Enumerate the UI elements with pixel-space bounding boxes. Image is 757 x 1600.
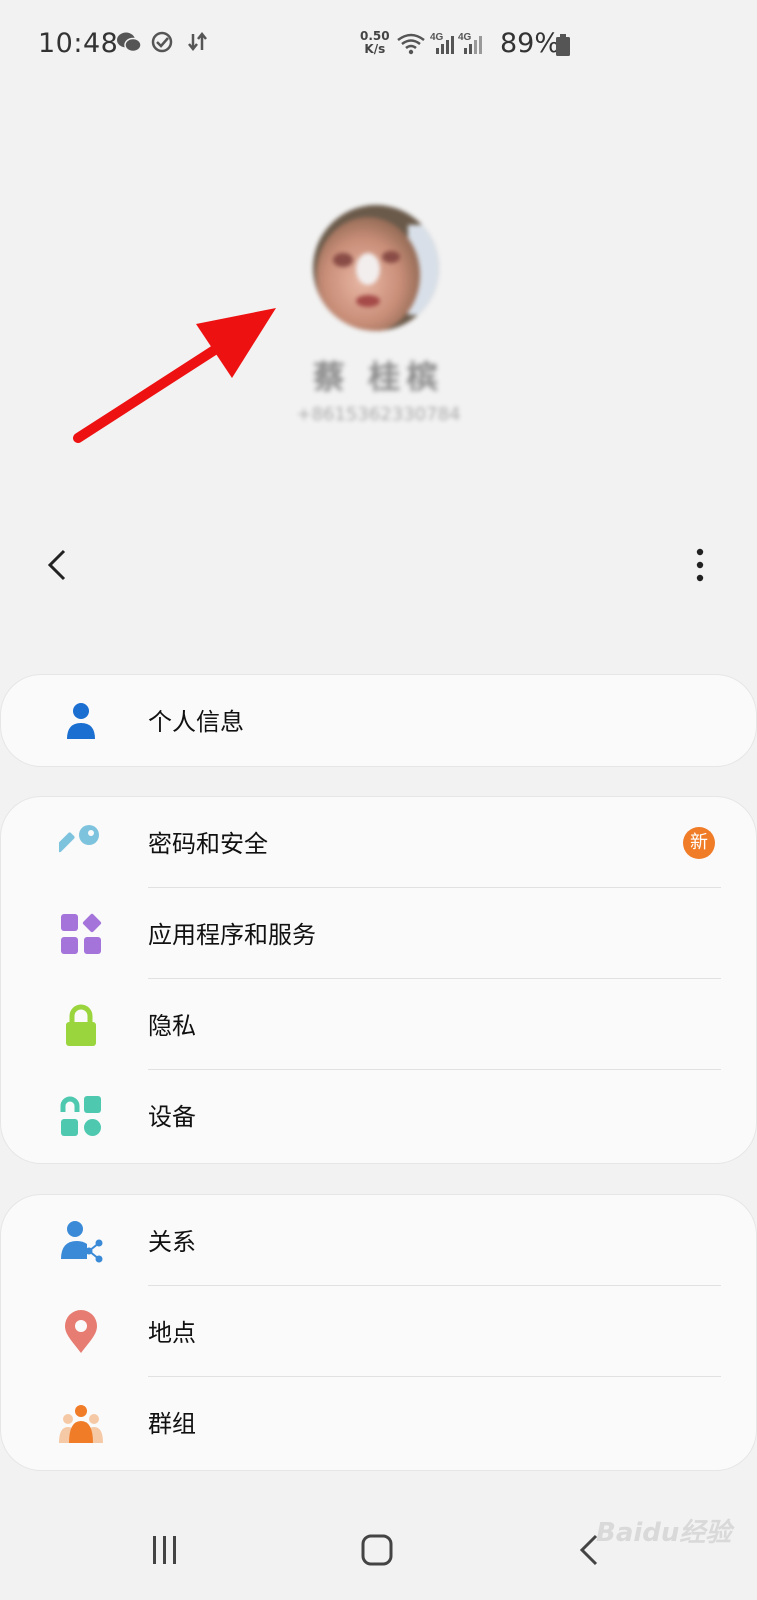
data-transfer-icon [186,30,210,58]
menu-item-personal-info[interactable]: 个人信息 [1,675,756,766]
svg-text:4G: 4G [430,32,444,43]
wechat-icon [116,30,142,58]
menu-item-privacy[interactable]: 隐私 [1,979,756,1070]
battery-percent: 89% [500,28,561,59]
wifi-icon [396,32,426,60]
menu-item-label: 个人信息 [148,708,244,736]
share-person-icon [59,1219,103,1263]
menu-item-password-security[interactable]: 密码和安全 新 [1,797,756,888]
menu-item-apps-services[interactable]: 应用程序和服务 [1,888,756,979]
chevron-left-icon [47,549,66,581]
sync-check-icon [150,30,174,58]
person-icon [59,699,103,743]
status-time: 10:48 [38,28,119,59]
menu-item-groups[interactable]: 群组 [1,1377,756,1468]
recent-apps-button[interactable] [145,1530,185,1570]
menu-item-label: 密码和安全 [148,830,268,858]
device-icon [59,1094,103,1138]
menu-item-label: 关系 [148,1228,196,1256]
location-pin-icon [59,1310,103,1354]
more-vertical-icon [696,548,704,582]
menu-item-label: 应用程序和服务 [148,921,316,949]
signal-4g-icon: 4G [430,30,454,60]
card-personal: 个人信息 [1,675,756,766]
menu-item-places[interactable]: 地点 [1,1286,756,1377]
menu-item-label: 设备 [148,1103,196,1131]
menu-item-relationships[interactable]: 关系 [1,1195,756,1286]
red-arrow-annotation [73,308,276,443]
menu-item-label: 群组 [148,1410,196,1438]
svg-text:4G: 4G [458,32,472,43]
back-button[interactable] [40,545,80,585]
key-icon [54,821,103,865]
status-bar: 10:48 0.50 K/s 4G 4G 89% [0,0,757,92]
menu-item-label: 地点 [148,1319,196,1347]
apps-grid-icon [59,912,103,956]
more-options-button[interactable] [680,545,720,585]
profile-avatar[interactable] [313,205,439,331]
signal-4g-icon-2: 4G [458,30,482,60]
battery-icon [555,34,571,60]
group-icon [59,1401,103,1445]
network-speed: 0.50 K/s [360,30,390,56]
home-button[interactable] [357,1530,397,1570]
lock-icon [59,1003,103,1047]
menu-item-label: 隐私 [148,1012,196,1040]
card-security: 密码和安全 新 应用程序和服务 隐私 设备 [1,797,756,1163]
card-social: 关系 地点 群组 [1,1195,756,1470]
recent-apps-icon [153,1536,176,1564]
watermark: Baidu经验 [596,1518,732,1548]
network-speed-unit: K/s [364,42,386,56]
new-badge: 新 [683,827,715,859]
menu-item-devices[interactable]: 设备 [1,1070,756,1161]
home-icon [361,1534,393,1566]
